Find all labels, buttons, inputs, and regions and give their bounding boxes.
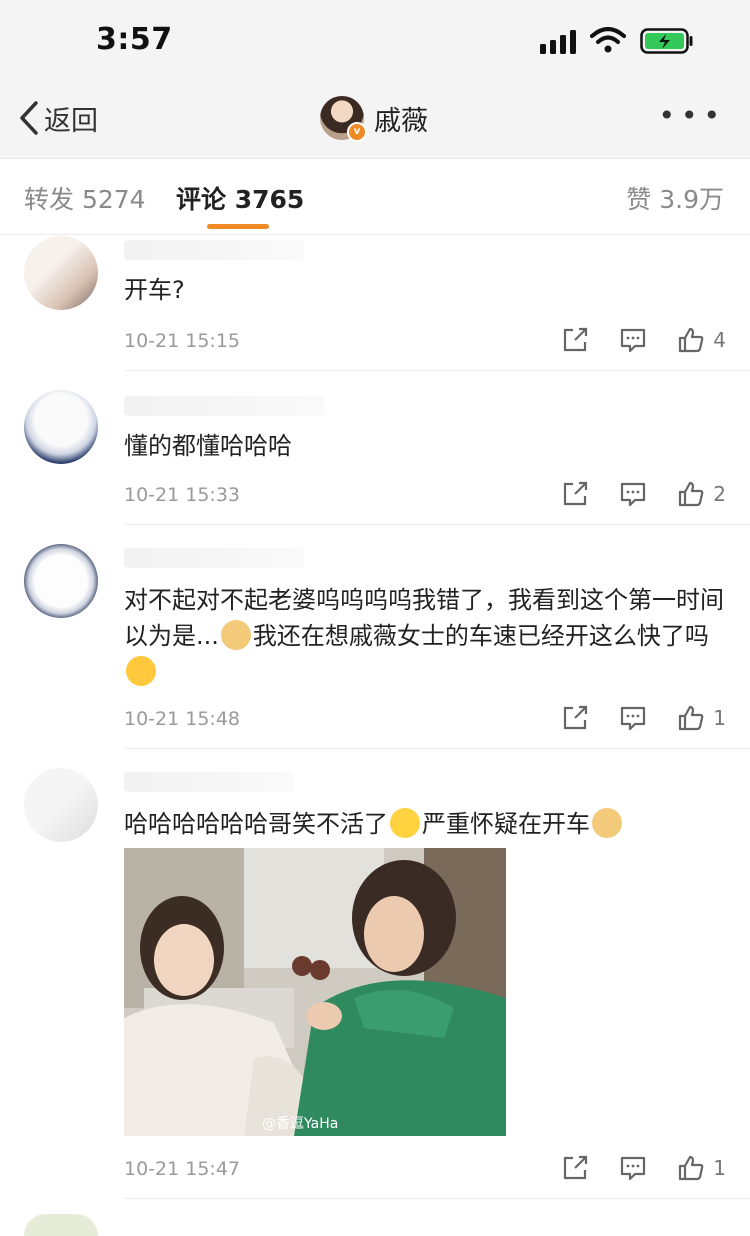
comment-actions: 2 [531,480,726,508]
comment-username[interactable] [124,772,294,792]
comment-text: 开车? [124,276,185,304]
comment-item: 开车? 10-21 15:15 4 [0,234,750,380]
back-label: 返回 [44,105,98,137]
comment-time: 10-21 15:48 [124,708,241,730]
comment-button[interactable] [619,1154,647,1182]
like-count: 4 [713,328,726,352]
comment-item: 对不起对不起老婆呜呜呜呜我错了，我看到这个第一时间以为是... 我还在想戚薇女士的… [0,542,750,749]
photo-illustration: @香逗YaHa [124,848,506,1136]
verified-badge-icon: v [347,122,367,142]
like-count: 1 [713,706,726,730]
like-button[interactable]: 1 [677,704,726,732]
comment-item: 哈哈哈哈哈哈哥笑不活了 严重怀疑在开车 @香逗YaHa 10-21 15:47 [0,766,750,1206]
avatar[interactable] [24,1214,98,1236]
share-icon [564,481,588,506]
share-icon [564,327,588,352]
status-time: 3:57 [96,22,173,57]
profile-header[interactable]: v 戚薇 [320,96,428,142]
avatar[interactable] [24,768,98,842]
share-button[interactable] [561,704,589,732]
comment-icon [621,706,646,731]
share-icon [564,1155,588,1180]
share-button[interactable] [561,1154,589,1182]
comment-actions: 1 [531,1154,726,1182]
like-icon [679,327,704,353]
signal-icon [540,30,576,54]
tab-comments[interactable]: 评论 3765 [176,180,304,216]
comment-time: 10-21 15:33 [124,484,241,506]
doge-emoji [220,620,251,650]
like-button[interactable]: 1 [677,1154,726,1182]
share-button[interactable] [561,326,589,354]
back-button[interactable]: 返回 [18,98,98,138]
comment-actions: 4 [531,326,726,354]
laugh-emoji [390,808,420,838]
comment-time: 10-21 15:47 [124,1158,241,1180]
nav-bar: 返回 v 戚薇 ••• [0,80,750,159]
status-bar: 3:57 [0,0,750,80]
like-icon [679,1155,704,1181]
tab-likes[interactable]: 赞 3.9万 [626,180,724,216]
share-button[interactable] [561,480,589,508]
tab-active-indicator [207,224,269,229]
photo-watermark: @香逗YaHa [262,1116,338,1132]
comment-icon [621,1156,646,1181]
like-button[interactable]: 2 [677,480,726,508]
comment-text: 哈哈哈哈哈哈哥笑不活了 严重怀疑在开车 [124,806,724,842]
comment-button[interactable] [619,480,647,508]
like-count: 1 [713,1156,726,1180]
comment-text-part: 严重怀疑在开车 [422,810,590,838]
like-button[interactable]: 4 [677,326,726,354]
more-icon[interactable]: ••• [658,102,726,130]
avatar[interactable] [24,544,98,618]
comment-text-part: 我还在想戚薇女士的车速已经开这么快了吗 [252,622,709,650]
share-icon [564,705,588,730]
divider [124,524,750,525]
tab-repost[interactable]: 转发 5274 [24,180,146,216]
avatar[interactable]: v [320,96,367,142]
comment-username[interactable] [124,240,304,260]
comment-username[interactable] [124,396,324,416]
like-count: 2 [713,482,726,506]
comment-text-part: 哈哈哈哈哈哈哥笑不活了 [124,810,388,838]
back-chevron-icon [20,101,38,135]
tab-bar: 转发 5274 评论 3765 赞 3.9万 [0,158,750,235]
comment-item: 懂的都懂哈哈哈 10-21 15:33 2 [0,388,750,525]
comment-icon [621,482,646,507]
divider [124,748,750,749]
comment-icon [621,328,646,353]
like-icon [679,481,704,507]
doge-emoji [592,808,622,838]
comment-actions: 1 [531,704,726,732]
comment-text: 对不起对不起老婆呜呜呜呜我错了，我看到这个第一时间以为是... 我还在想戚薇女士的… [124,582,724,690]
comment-username[interactable] [124,548,304,568]
cry-emoji [126,656,156,686]
avatar[interactable] [24,390,98,464]
wifi-icon [590,27,626,53]
comment-button[interactable] [619,704,647,732]
divider [124,370,750,371]
comment-text: 懂的都懂哈哈哈 [124,432,292,460]
comment-button[interactable] [619,326,647,354]
divider [124,1198,750,1199]
like-icon [679,705,704,731]
battery-icon [640,28,693,54]
avatar[interactable] [24,236,98,310]
comment-time: 10-21 15:15 [124,330,241,352]
profile-name: 戚薇 [374,105,428,137]
comment-photo[interactable]: @香逗YaHa [124,848,506,1136]
